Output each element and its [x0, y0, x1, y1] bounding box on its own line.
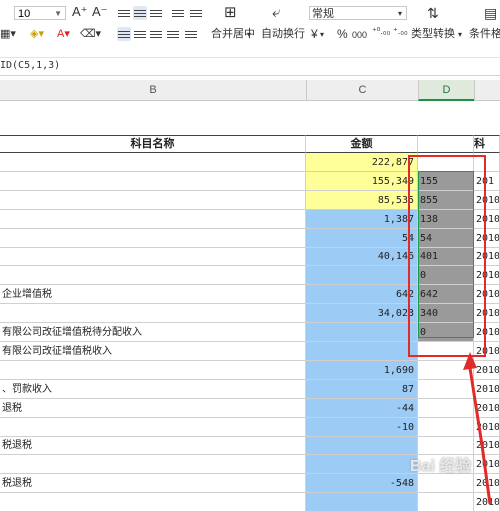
cell-c[interactable]: 34,023	[306, 304, 418, 323]
column-header-d[interactable]: D	[418, 80, 474, 101]
number-format-select[interactable]: 常规 ▾	[309, 6, 407, 20]
cell-b[interactable]	[0, 418, 306, 437]
cell-b[interactable]: 税退税	[0, 474, 306, 493]
cell-b[interactable]	[0, 153, 306, 172]
convert-icon: ⇅	[427, 5, 439, 21]
align-right-icon[interactable]	[149, 27, 163, 41]
cell-c[interactable]	[306, 437, 418, 455]
column-header-b[interactable]: B	[0, 80, 306, 101]
cell-c[interactable]: 1,690	[306, 361, 418, 380]
convert-label: 类型转换	[411, 28, 455, 40]
cell-c[interactable]	[306, 493, 418, 512]
cell-c[interactable]: 1,387	[306, 210, 418, 229]
align-bottom-icon[interactable]	[149, 6, 163, 20]
font-shrink-button[interactable]: A⁻	[92, 5, 108, 19]
chevron-down-icon: ▾	[320, 30, 325, 39]
cell-b[interactable]: 税退税	[0, 437, 306, 455]
decimal-increase-button[interactable]: ⁺⁰.₀₀	[372, 24, 390, 38]
merge-icon: ⊞	[224, 4, 237, 21]
eraser-icon[interactable]: ⌫▾	[80, 27, 101, 41]
cell-b[interactable]: 有限公司改征增值税待分配收入	[0, 323, 306, 342]
cell-c[interactable]	[306, 342, 418, 361]
indent-decrease-icon[interactable]	[171, 6, 185, 20]
cell-c[interactable]: 222,877	[306, 153, 418, 172]
cell-c[interactable]: -10	[306, 418, 418, 437]
wrap-label: 自动换行	[261, 28, 305, 40]
cell-b[interactable]	[0, 361, 306, 380]
cell-c[interactable]	[306, 266, 418, 285]
cell-b[interactable]: 退税	[0, 399, 306, 418]
column-header-e[interactable]	[474, 80, 500, 101]
cell-c[interactable]: 85,535	[306, 191, 418, 210]
cell-c[interactable]: 40,146	[306, 248, 418, 266]
cell-c[interactable]: 87	[306, 380, 418, 399]
cell-b[interactable]	[0, 493, 306, 512]
cell-b[interactable]	[0, 210, 306, 229]
align-left-icon[interactable]	[117, 27, 131, 41]
ribbon-toolbar: 10 ▼ A⁺ A⁻ ▦▾ ◈▾ A▾ ⌫▾ ⊞ 合并居中 ▾ ⤶ 自动换行 常…	[0, 0, 500, 58]
indent-increase-icon[interactable]	[189, 6, 203, 20]
border-icon[interactable]: ▦▾	[0, 27, 16, 41]
cell-b[interactable]	[0, 455, 306, 474]
cell-b[interactable]	[0, 172, 306, 191]
cell-c[interactable]: 54	[306, 229, 418, 248]
cell-b[interactable]	[0, 191, 306, 210]
header-cell-name[interactable]: 科目名称	[0, 135, 306, 153]
font-size-select[interactable]: 10 ▼	[14, 6, 66, 20]
align-center-icon[interactable]	[133, 27, 147, 41]
cell-b[interactable]: 有限公司改征增值税收入	[0, 342, 306, 361]
chevron-down-icon: ▼	[54, 9, 62, 18]
column-header-c[interactable]: C	[306, 80, 418, 101]
conditional-format-icon: ▤	[484, 5, 498, 21]
wrap-icon: ⤶	[272, 4, 281, 21]
header-cell-amount[interactable]: 金额	[306, 135, 418, 153]
cell-c[interactable]	[306, 323, 418, 342]
number-format-value: 常规	[312, 8, 334, 20]
fill-color-icon[interactable]: ◈▾	[30, 27, 44, 41]
cell-b[interactable]: 企业增值税	[0, 285, 306, 304]
currency-button[interactable]: ¥	[311, 27, 318, 41]
chevron-down-icon: ▾	[398, 9, 403, 18]
font-grow-button[interactable]: A⁺	[72, 5, 88, 19]
formula-bar[interactable]: ID(C5,1,3)	[0, 58, 500, 76]
cell-b[interactable]	[0, 266, 306, 285]
cell-b[interactable]	[0, 248, 306, 266]
justify-icon[interactable]	[166, 27, 180, 41]
decimal-decrease-button[interactable]: ⁺.₀₀	[393, 24, 408, 38]
cell-c[interactable]: -44	[306, 399, 418, 418]
chevron-down-icon: ▾	[247, 30, 252, 39]
conditional-format-label: 条件格式	[469, 28, 500, 40]
align-middle-icon[interactable]	[133, 6, 147, 20]
chevron-down-icon: ▾	[458, 30, 463, 39]
cell-c[interactable]: 642	[306, 285, 418, 304]
selection-range	[418, 171, 474, 338]
cell-c[interactable]: -548	[306, 474, 418, 493]
header-cell-d[interactable]	[418, 135, 474, 153]
watermark-logo: Bai 经验	[410, 458, 472, 475]
font-size-value: 10	[18, 8, 31, 20]
distributed-icon[interactable]	[184, 27, 198, 41]
cell-b[interactable]	[0, 229, 306, 248]
thousands-button[interactable]: 000	[352, 28, 367, 42]
cell-b[interactable]	[0, 304, 306, 323]
cell-c[interactable]	[306, 455, 418, 474]
font-color-icon[interactable]: A▾	[57, 27, 70, 41]
align-top-icon[interactable]	[117, 6, 131, 20]
header-cell-e[interactable]: 科	[474, 135, 500, 153]
arrow-annotation-icon	[463, 352, 492, 504]
cell-c[interactable]: 155,349	[306, 172, 418, 191]
percent-button[interactable]: %	[337, 27, 348, 41]
formula-text: ID(C5,1,3)	[0, 60, 61, 71]
cell-b[interactable]: 、罚款收入	[0, 380, 306, 399]
